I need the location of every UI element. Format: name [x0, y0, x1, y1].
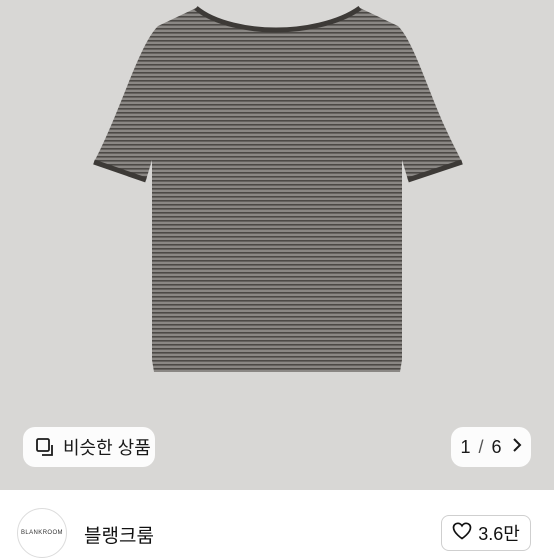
- seller-name[interactable]: 블랭크룸: [84, 521, 154, 548]
- total-pages: 6: [491, 436, 502, 457]
- similar-items-icon: [35, 437, 55, 457]
- similar-items-label: 비슷한 상품: [63, 438, 151, 458]
- page-separator: /: [478, 436, 484, 457]
- like-button[interactable]: 3.6만: [441, 515, 531, 551]
- chevron-right-icon[interactable]: [512, 437, 522, 457]
- product-image[interactable]: [0, 0, 554, 490]
- seller-avatar[interactable]: BLANKROOM: [17, 508, 67, 558]
- heart-icon: [452, 521, 472, 545]
- seller-logo-text: BLANKROOM: [21, 530, 63, 536]
- similar-items-button[interactable]: 비슷한 상품: [23, 427, 155, 467]
- image-pager[interactable]: 1 / 6: [451, 427, 531, 467]
- striped-tshirt-image: [93, 5, 463, 372]
- current-page: 1: [460, 436, 471, 457]
- like-count: 3.6만: [478, 524, 520, 544]
